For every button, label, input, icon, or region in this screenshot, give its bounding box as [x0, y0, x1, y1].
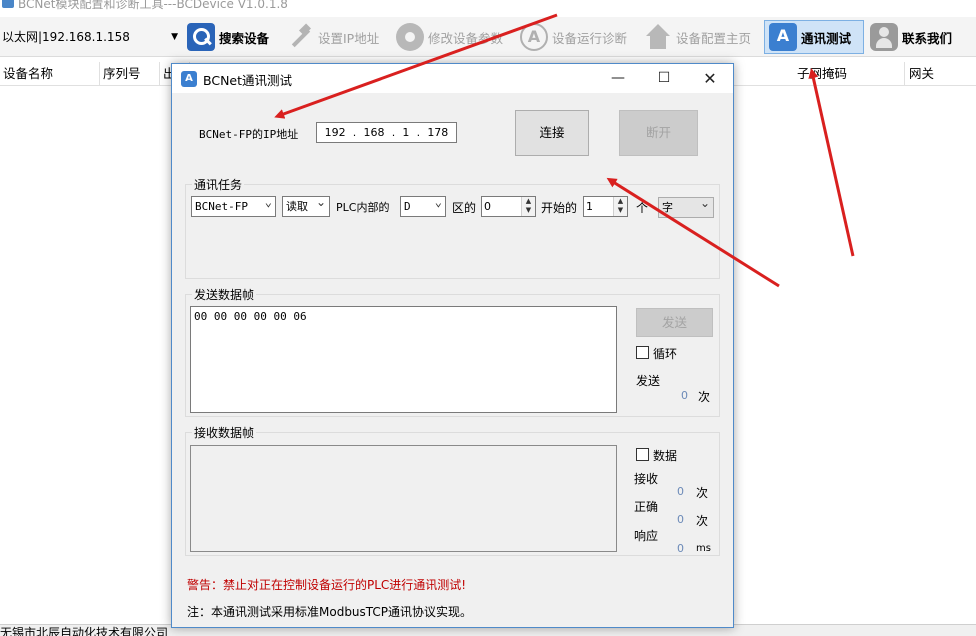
send-frame-title: 发送数据帧 [192, 286, 257, 303]
count-unit-label: 个 [636, 201, 649, 215]
set-ip-label: 设置IP地址 [318, 30, 380, 46]
app-icon [2, 0, 14, 8]
disconnect-button[interactable]: 断开 [619, 110, 698, 156]
note-text: 注：本通讯测试采用标准ModbusTCP通讯协议实现。 [187, 605, 473, 619]
ip-dot: . [352, 126, 357, 139]
warning-text: 警告：禁止对正在控制设备运行的PLC进行通讯测试! [187, 578, 467, 592]
ok-label: 正确 [634, 500, 659, 514]
area-select[interactable]: D [400, 193, 446, 217]
area-suffix-label: 区的 [452, 201, 477, 215]
sent-times-unit: 次 [698, 390, 711, 404]
ip-address-label: BCNet-FP的IP地址 [199, 128, 299, 141]
ok-count-value: 0 [677, 513, 684, 526]
operation-select[interactable]: 读取 [282, 193, 330, 217]
contact-us-button[interactable]: 联系我们 [866, 20, 956, 54]
count-input[interactable]: 1 ▲ ▼ [583, 196, 628, 217]
diagnostics-button[interactable]: 设备运行诊断 [516, 20, 631, 54]
column-header-serial[interactable]: 序列号 [100, 62, 160, 86]
config-home-button[interactable]: 设备配置主页 [640, 20, 755, 54]
comm-test-dialog: A BCNet通讯测试 — ☐ ✕ BCNet-FP的IP地址 192. 168… [171, 63, 734, 628]
recv-count-value: 0 [677, 485, 684, 498]
gear-icon [396, 23, 424, 51]
column-header-device-name[interactable]: 设备名称 [0, 62, 100, 86]
spin-arrows-icon[interactable]: ▲ ▼ [613, 197, 627, 216]
app-titlebar: BCNet模块配置和诊断工具---BCDevice V1.0.1.8 [0, 0, 976, 12]
column-header-gateway[interactable]: 网关 [905, 62, 976, 86]
contact-us-label: 联系我们 [902, 30, 953, 46]
recv-label: 接收 [634, 472, 659, 486]
comm-test-icon [769, 23, 797, 51]
search-icon [187, 23, 215, 51]
minimize-icon[interactable]: — [595, 64, 641, 93]
network-adapter-value: 以太网|192.168.1.158 [2, 30, 130, 44]
ok-times-unit: 次 [696, 514, 709, 528]
dialog-title: BCNet通讯测试 [203, 73, 293, 88]
ip-dot: . [416, 126, 421, 139]
send-button[interactable]: 发送 [636, 308, 713, 337]
app-a-icon [520, 23, 548, 51]
column-header-subnet-mask[interactable]: 子网掩码 [793, 62, 905, 86]
plc-internal-label: PLC内部的 [336, 201, 390, 214]
modify-params-label: 修改设备参数 [428, 30, 504, 46]
home-icon [644, 23, 672, 51]
company-name: 无锡市北辰自动化技术有限公司 [0, 626, 169, 636]
comm-task-title: 通讯任务 [192, 176, 245, 193]
ip-octet-3[interactable]: 1 [402, 126, 409, 139]
ip-address-input[interactable]: 192. 168. 1. 178 [316, 122, 457, 143]
data-type-select[interactable]: 字 [658, 194, 714, 218]
data-label: 数据 [653, 449, 678, 463]
start-address-input[interactable]: 0 ▲ ▼ [481, 196, 536, 217]
hammer-icon [286, 23, 314, 51]
response-value: 0 [677, 542, 684, 555]
loop-checkbox[interactable] [636, 346, 649, 359]
response-unit: ms [696, 543, 711, 554]
start-address-value: 0 [484, 200, 491, 213]
set-ip-button[interactable]: 设置IP地址 [282, 20, 383, 54]
contact-icon [870, 23, 898, 51]
ip-octet-1[interactable]: 192 [325, 126, 346, 139]
spin-arrows-icon[interactable]: ▲ ▼ [521, 197, 535, 216]
connect-button[interactable]: 连接 [515, 110, 589, 156]
close-icon[interactable]: ✕ [687, 64, 733, 93]
ip-octet-2[interactable]: 168 [364, 126, 385, 139]
recv-times-unit: 次 [696, 486, 709, 500]
chevron-down-icon: ▼ [171, 32, 178, 42]
ip-octet-4[interactable]: 178 [427, 126, 448, 139]
annotation-arrow-comm-test [808, 68, 855, 257]
count-value: 1 [586, 200, 593, 213]
search-devices-label: 搜索设备 [219, 30, 270, 46]
dialog-titlebar: A BCNet通讯测试 — ☐ ✕ [172, 64, 733, 93]
toolbar: 以太网|192.168.1.158 ▼ 搜索设备 设置IP地址 修改设备参数 设… [0, 17, 976, 57]
data-checkbox[interactable] [636, 448, 649, 461]
start-label: 开始的 [541, 201, 578, 215]
comm-test-button[interactable]: 通讯测试 [764, 20, 864, 54]
loop-label: 循环 [653, 347, 678, 361]
comm-test-label: 通讯测试 [801, 30, 852, 46]
diagnostics-label: 设备运行诊断 [552, 30, 628, 46]
receive-frame-title: 接收数据帧 [192, 424, 257, 441]
sent-count-value: 0 [681, 389, 688, 402]
app-title: BCNet模块配置和诊断工具---BCDevice V1.0.1.8 [18, 0, 288, 11]
config-home-label: 设备配置主页 [676, 30, 752, 46]
ip-dot: . [391, 126, 396, 139]
receive-frame-textarea [190, 445, 617, 552]
search-devices-button[interactable]: 搜索设备 [183, 20, 273, 54]
maximize-icon[interactable]: ☐ [641, 64, 687, 93]
network-adapter-select[interactable]: 以太网|192.168.1.158 ▼ [2, 27, 180, 47]
send-frame-textarea[interactable]: 00 00 00 00 00 06 [190, 306, 617, 413]
response-label: 响应 [634, 529, 659, 543]
sent-count-label: 发送 [636, 374, 661, 388]
dialog-app-icon: A [181, 71, 197, 87]
protocol-select[interactable]: BCNet-FP [191, 193, 276, 217]
modify-params-button[interactable]: 修改设备参数 [392, 20, 507, 54]
